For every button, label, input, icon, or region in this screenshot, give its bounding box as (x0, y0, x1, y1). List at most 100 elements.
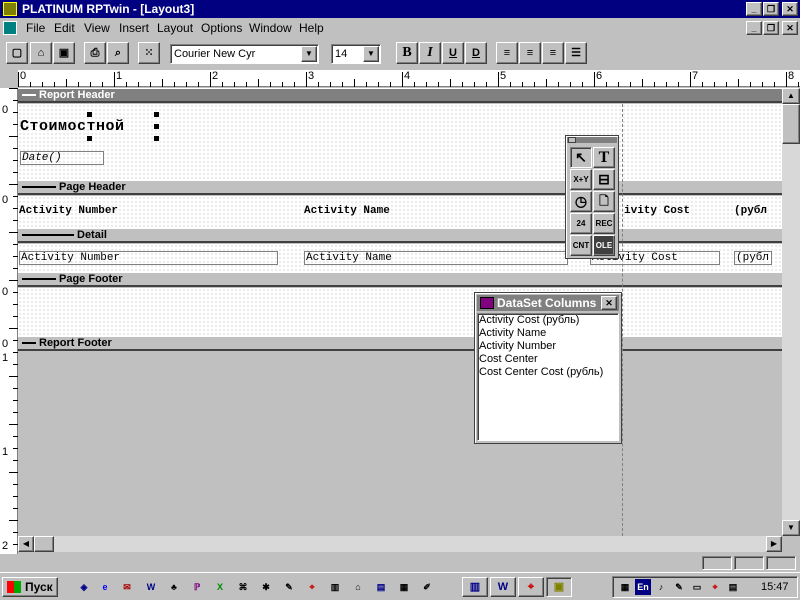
minimize-icon[interactable]: _ (746, 2, 762, 16)
save-icon[interactable]: ▣ (53, 42, 75, 64)
menu-insert[interactable]: Insert (119, 21, 149, 35)
font-size-select[interactable]: 14 ▼ (331, 44, 381, 64)
selection-handle[interactable] (87, 136, 92, 141)
app-icon[interactable] (3, 2, 17, 16)
empty-canvas-area[interactable] (18, 352, 782, 536)
word-icon[interactable]: W (143, 579, 159, 595)
tool-palette[interactable]: ↖ T X+Y ⊟ ◷ 🗋 24 REC CNT OLE (565, 135, 619, 259)
selection-handle[interactable] (154, 112, 159, 117)
task-button-rptwin[interactable]: ▣ (546, 577, 572, 597)
dataset-column-list[interactable]: Activity Cost (рубль) Activity Name Acti… (477, 313, 619, 441)
band-detail[interactable]: Detail (18, 228, 782, 243)
scroll-thumb[interactable] (34, 536, 54, 552)
band-page-footer[interactable]: Page Footer (18, 272, 782, 287)
selection-handle[interactable] (154, 124, 159, 129)
list-item[interactable]: Cost Center (479, 353, 617, 366)
new-file-icon[interactable]: ▢ (6, 42, 28, 64)
window-titlebar[interactable]: PLATINUM RPTwin - [Layout3] _ ❐ ✕ (0, 0, 800, 18)
text-icon[interactable]: T (593, 147, 615, 168)
page-icon[interactable]: 🗋 (593, 191, 615, 212)
band-page-header[interactable]: Page Header (18, 180, 782, 195)
header-activity-cost[interactable]: ivity Cost (624, 205, 690, 217)
report-canvas[interactable]: Report Header Стоимостной Date() Page He… (18, 88, 782, 536)
menu-layout[interactable]: Layout (157, 21, 193, 35)
align-left-icon[interactable]: ≡ (496, 42, 518, 64)
strike-button[interactable]: D (465, 42, 487, 64)
scroll-thumb[interactable] (782, 104, 800, 144)
band-area-page-header[interactable]: Activity Number Activity Name ivity Cost… (18, 196, 782, 228)
cnt-icon[interactable]: CNT (570, 235, 592, 256)
dataset-window-caption[interactable]: DataSet Columns ✕ (477, 295, 619, 311)
pen-icon[interactable]: ✐ (419, 579, 435, 595)
explorer-icon[interactable]: ◈ (76, 579, 92, 595)
menu-view[interactable]: View (84, 21, 110, 35)
book-icon[interactable]: ▤ (373, 579, 389, 595)
scroll-up-icon[interactable]: ▲ (782, 88, 800, 104)
list-item[interactable]: Activity Number (479, 340, 617, 353)
band-area-report-header[interactable]: Стоимостной Date() (18, 104, 782, 180)
date-icon[interactable]: 24 (570, 213, 592, 234)
align-center-icon[interactable]: ≡ (519, 42, 541, 64)
table-icon[interactable]: ▦ (396, 579, 412, 595)
menu-help[interactable]: Help (299, 21, 324, 35)
scroll-right-icon[interactable]: ▶ (766, 536, 782, 552)
excel-icon[interactable]: X (212, 579, 228, 595)
band-area-detail[interactable]: Activity Number Activity Name Activity C… (18, 244, 782, 272)
pointer-icon[interactable]: ↖ (570, 147, 592, 168)
tray-app-icon[interactable]: ▦ (617, 579, 633, 595)
line-icon[interactable]: ⊟ (593, 169, 615, 190)
internet-explorer-icon[interactable]: e (97, 579, 113, 595)
utility-icon[interactable]: ✎ (281, 579, 297, 595)
palette-close-icon[interactable] (568, 137, 576, 143)
task-button-target[interactable]: ⌖ (518, 577, 544, 597)
close-icon[interactable]: ✕ (601, 296, 617, 310)
grid-icon[interactable]: ⁙ (138, 42, 160, 64)
chevron-down-icon[interactable]: ▼ (301, 46, 317, 62)
ole-icon[interactable]: OLE (593, 235, 615, 256)
detail-activity-number[interactable]: Activity Number (19, 251, 278, 265)
selection-handle[interactable] (87, 112, 92, 117)
font-name-select[interactable]: Courier New Cyr ▼ (170, 44, 319, 64)
list-item[interactable]: Cost Center Cost (рубль) (479, 366, 617, 379)
underline-button[interactable]: U (442, 42, 464, 64)
child-close-icon[interactable]: ✕ (782, 21, 798, 35)
scroll-down-icon[interactable]: ▼ (782, 520, 800, 536)
chevron-down-icon[interactable]: ▼ (363, 46, 379, 62)
align-justify-icon[interactable]: ☰ (565, 42, 587, 64)
open-folder-icon[interactable]: ⌂ (30, 42, 52, 64)
menu-edit[interactable]: Edit (54, 21, 75, 35)
chart-icon[interactable]: ▥ (327, 579, 343, 595)
print-preview-icon[interactable]: ⌕ (107, 42, 129, 64)
horizontal-scrollbar[interactable]: ◀ ▶ (18, 536, 782, 552)
tools-icon[interactable]: ✱ (258, 579, 274, 595)
restore-icon[interactable]: ❐ (763, 2, 779, 16)
mail-icon[interactable]: ✉ (119, 579, 135, 595)
align-right-icon[interactable]: ≡ (542, 42, 564, 64)
formula-icon[interactable]: X+Y (570, 169, 592, 190)
clock-icon[interactable]: ◷ (570, 191, 592, 212)
palette-caption[interactable] (567, 137, 617, 143)
header-activity-name[interactable]: Activity Name (304, 205, 390, 217)
network-icon[interactable]: ⌘ (235, 579, 251, 595)
dataset-columns-window[interactable]: DataSet Columns ✕ Activity Cost (рубль) … (474, 292, 622, 444)
band-area-page-footer[interactable] (18, 288, 782, 336)
speaker-icon[interactable]: ♪ (653, 579, 669, 595)
band-report-footer[interactable]: Report Footer (18, 336, 782, 351)
italic-button[interactable]: I (419, 42, 441, 64)
access-icon[interactable]: ℙ (189, 579, 205, 595)
list-item[interactable]: Activity Name (479, 327, 617, 340)
band-report-header[interactable]: Report Header (18, 88, 782, 103)
vertical-scrollbar[interactable]: ▲ ▼ (782, 88, 800, 536)
close-icon[interactable]: ✕ (782, 2, 798, 16)
header-activity-number[interactable]: Activity Number (19, 205, 118, 217)
detail-cost-unit[interactable]: (рубл (734, 251, 772, 265)
tray-tool-icon[interactable]: ✎ (671, 579, 687, 595)
child-minimize-icon[interactable]: _ (746, 21, 762, 35)
tray-scheduler-icon[interactable]: ▤ (725, 579, 741, 595)
list-item[interactable]: Activity Cost (рубль) (479, 314, 617, 327)
tray-target-icon[interactable]: ⌖ (707, 579, 723, 595)
task-button-word[interactable]: W (490, 577, 516, 597)
bold-button[interactable]: B (396, 42, 418, 64)
target-icon[interactable]: ⌖ (304, 579, 320, 595)
report-title-text[interactable]: Стоимостной (20, 118, 125, 135)
